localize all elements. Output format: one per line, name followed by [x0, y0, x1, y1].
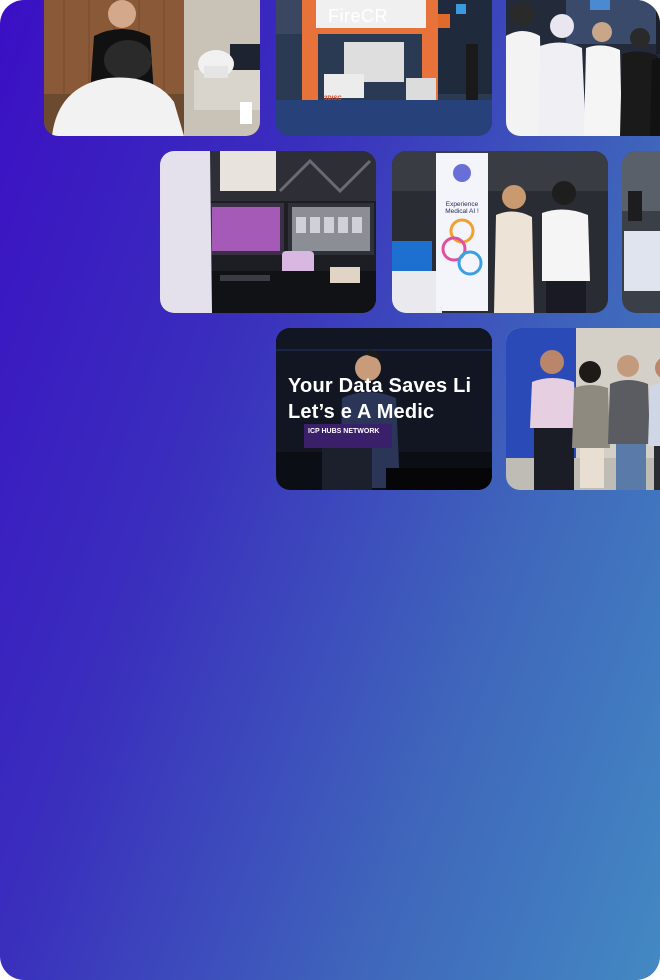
banner-title: Experience Medical AI !: [445, 201, 479, 215]
photo-medical-ai-banner[interactable]: Experience Medical AI !: [392, 151, 608, 313]
stage-screen-text: Your Data Saves Li Let’s e A Medic: [288, 373, 471, 425]
photo-imaging-workstation[interactable]: [160, 151, 376, 313]
booth-sub-text: 3DISC: [324, 96, 342, 102]
photo-booth-counter-partial[interactable]: [622, 151, 660, 313]
photo-dental-scanner-demo[interactable]: [44, 0, 260, 136]
photo-group-outdoors[interactable]: [506, 328, 660, 490]
photo-speaker-on-stage[interactable]: Your Data Saves Li Let’s e A Medic ICP H…: [276, 328, 492, 490]
stage-screen-line-1: Your Data Saves Li: [288, 375, 472, 397]
gallery-panel: FireCR 3DISC Experience Medical AI ! You…: [0, 0, 660, 980]
stage-screen-line-2: Let’s e A Medic: [288, 401, 435, 423]
photo-vr-headset[interactable]: [506, 0, 660, 136]
photo-firecr-booth[interactable]: FireCR 3DISC: [276, 0, 492, 136]
booth-sign-text: FireCR: [328, 6, 388, 26]
podium-label: ICP HUBS NETWORK: [308, 428, 380, 435]
